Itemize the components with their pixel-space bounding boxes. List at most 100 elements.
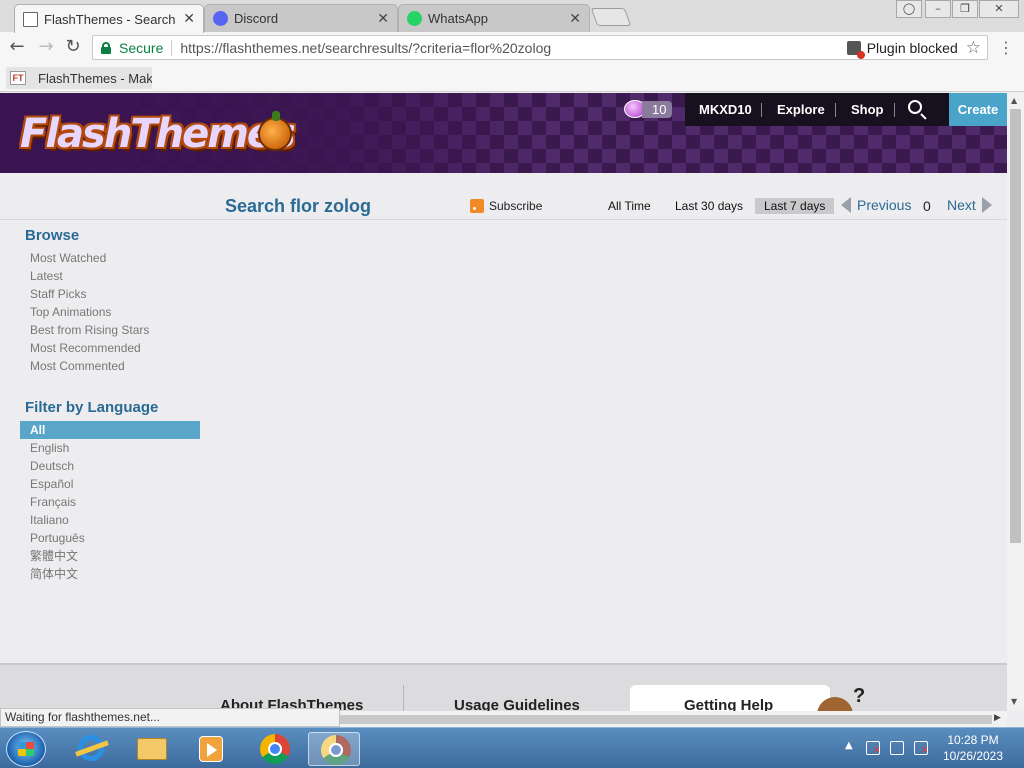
reload-icon[interactable]: ↻ bbox=[62, 37, 84, 59]
browse-item-top-animations[interactable]: Top Animations bbox=[20, 303, 200, 321]
nav-divider bbox=[761, 103, 762, 117]
close-icon[interactable]: ✕ bbox=[377, 11, 389, 27]
browse-item-most-recommended[interactable]: Most Recommended bbox=[20, 339, 200, 357]
bookmark-flashthemes[interactable]: FT FlashThemes - Make bbox=[6, 67, 152, 89]
language-item-traditional-chinese[interactable]: 繁體中文 bbox=[20, 547, 200, 565]
tab-title: FlashThemes - Search flor zolog bbox=[44, 11, 177, 27]
site-logo[interactable]: FlashThemes bbox=[20, 111, 296, 157]
nav-shop[interactable]: Shop bbox=[851, 102, 884, 117]
tab-whatsapp[interactable]: WhatsApp ✕ bbox=[398, 4, 590, 32]
scroll-thumb[interactable] bbox=[1010, 109, 1021, 543]
taskbar: ▲ 10:28 PM 10/26/2023 bbox=[0, 727, 1024, 768]
taskbar-chrome-window[interactable] bbox=[308, 732, 360, 766]
subscribe-label: Subscribe bbox=[489, 199, 543, 213]
address-bar[interactable]: Secure https://flashthemes.net/searchres… bbox=[92, 35, 988, 60]
coin-balance[interactable]: 10 bbox=[624, 99, 673, 119]
clock-time: 10:28 PM bbox=[947, 733, 999, 747]
minimize-button[interactable]: – bbox=[925, 0, 951, 18]
subscribe-link[interactable]: Subscribe bbox=[470, 199, 542, 213]
tab-flashthemes[interactable]: FlashThemes - Search flor zolog ✕ bbox=[14, 4, 204, 33]
bookmark-star-icon[interactable]: ☆ bbox=[966, 38, 981, 58]
language-item-italiano[interactable]: Italiano bbox=[20, 511, 200, 529]
language-item-simplified-chinese[interactable]: 简体中文 bbox=[20, 565, 200, 583]
start-button[interactable] bbox=[6, 731, 46, 767]
footer-help-link[interactable]: Getting Help bbox=[684, 697, 773, 711]
browser-toolbar: ← → ↻ Secure https://flashthemes.net/sea… bbox=[0, 32, 1024, 62]
nav-explore[interactable]: Explore bbox=[777, 102, 825, 117]
discord-icon bbox=[213, 11, 228, 26]
question-mark: ? bbox=[853, 685, 866, 707]
file-explorer-icon bbox=[137, 738, 167, 760]
site-footer: About FlashThemes Usage Guidelines Getti… bbox=[0, 663, 1007, 711]
logo-fruit-icon bbox=[258, 111, 292, 151]
url-text[interactable]: https://flashthemes.net/searchresults/?c… bbox=[180, 40, 846, 56]
site-header: FlashThemes 10 MKXD10 Explore Shop Creat… bbox=[0, 93, 1007, 173]
browse-item-most-watched[interactable]: Most Watched bbox=[20, 249, 200, 267]
page-icon bbox=[23, 11, 38, 27]
search-icon[interactable] bbox=[908, 100, 922, 114]
action-center-icon[interactable] bbox=[866, 741, 881, 756]
next-page-link[interactable]: Next bbox=[947, 197, 992, 213]
language-item-deutsch[interactable]: Deutsch bbox=[20, 457, 200, 475]
new-tab-button[interactable] bbox=[590, 8, 632, 26]
taskbar-media-player[interactable] bbox=[185, 732, 237, 766]
close-icon[interactable]: ✕ bbox=[183, 11, 195, 27]
footer-divider bbox=[403, 685, 404, 711]
title-divider bbox=[0, 219, 1007, 220]
forward-icon[interactable]: → bbox=[35, 37, 57, 59]
arrow-left-icon bbox=[841, 197, 851, 213]
rss-icon bbox=[470, 199, 484, 213]
user-icon[interactable]: ◯ bbox=[896, 0, 922, 18]
filter-all-time[interactable]: All Time bbox=[603, 198, 656, 214]
language-item-all[interactable]: All bbox=[20, 421, 200, 439]
chrome-window-icon bbox=[321, 735, 351, 765]
tray-expand-icon[interactable]: ▲ bbox=[845, 740, 853, 751]
language-item-english[interactable]: English bbox=[20, 439, 200, 457]
url-divider bbox=[171, 39, 173, 56]
system-clock[interactable]: 10:28 PM 10/26/2023 bbox=[930, 732, 1016, 764]
language-item-portugues[interactable]: Português bbox=[20, 529, 200, 547]
vertical-scrollbar[interactable]: ▲ ▼ bbox=[1007, 93, 1024, 711]
close-icon[interactable]: ✕ bbox=[569, 11, 581, 27]
browse-item-staff-picks[interactable]: Staff Picks bbox=[20, 285, 200, 303]
filter-last-7-days[interactable]: Last 7 days bbox=[755, 198, 835, 214]
restore-button[interactable]: ❐ bbox=[952, 0, 978, 18]
flashthemes-favicon: FT bbox=[10, 71, 26, 85]
browse-item-most-commented[interactable]: Most Commented bbox=[20, 357, 200, 375]
taskbar-file-explorer[interactable] bbox=[125, 732, 177, 766]
scroll-down-icon[interactable]: ▼ bbox=[1011, 697, 1017, 706]
plugin-blocked-indicator[interactable]: Plugin blocked bbox=[846, 39, 958, 59]
footer-guidelines-link[interactable]: Usage Guidelines bbox=[454, 697, 580, 711]
back-icon[interactable]: ← bbox=[6, 37, 28, 59]
previous-label: Previous bbox=[857, 197, 912, 213]
nav-user[interactable]: MKXD10 bbox=[699, 102, 752, 117]
window-close-button[interactable]: ✕ bbox=[979, 0, 1019, 18]
previous-page-link[interactable]: Previous bbox=[841, 197, 911, 213]
scroll-up-icon[interactable]: ▲ bbox=[1011, 96, 1017, 105]
plugin-blocked-label: Plugin blocked bbox=[866, 39, 958, 56]
taskbar-chrome[interactable] bbox=[248, 732, 300, 766]
bookmarks-bar: FT FlashThemes - Make bbox=[0, 62, 1024, 92]
tab-title: Discord bbox=[234, 11, 279, 26]
taskbar-internet-explorer[interactable] bbox=[64, 732, 116, 766]
whatsapp-icon bbox=[407, 11, 422, 26]
filter-last-30-days[interactable]: Last 30 days bbox=[670, 198, 748, 214]
language-item-espanol[interactable]: Español bbox=[20, 475, 200, 493]
network-icon[interactable] bbox=[890, 741, 904, 755]
browse-item-latest[interactable]: Latest bbox=[20, 267, 200, 285]
language-item-francais[interactable]: Français bbox=[20, 493, 200, 511]
volume-muted-icon[interactable] bbox=[914, 741, 929, 756]
menu-icon[interactable]: ⋮ bbox=[998, 38, 1014, 57]
browse-item-rising-stars[interactable]: Best from Rising Stars bbox=[20, 321, 200, 339]
language-list: All English Deutsch Español Français Ita… bbox=[20, 421, 200, 583]
bookmark-label: FlashThemes - Make bbox=[38, 70, 152, 86]
scroll-right-icon[interactable]: ▶ bbox=[994, 713, 1001, 723]
create-button[interactable]: Create bbox=[949, 93, 1007, 126]
tab-discord[interactable]: Discord ✕ bbox=[204, 4, 398, 32]
hscroll-thumb[interactable] bbox=[340, 715, 992, 724]
browse-list: Most Watched Latest Staff Picks Top Anim… bbox=[20, 249, 200, 375]
coin-count: 10 bbox=[642, 100, 673, 118]
status-bar: Waiting for flashthemes.net... bbox=[0, 708, 340, 727]
page-number: 0 bbox=[923, 198, 931, 214]
nav-divider bbox=[894, 103, 895, 117]
